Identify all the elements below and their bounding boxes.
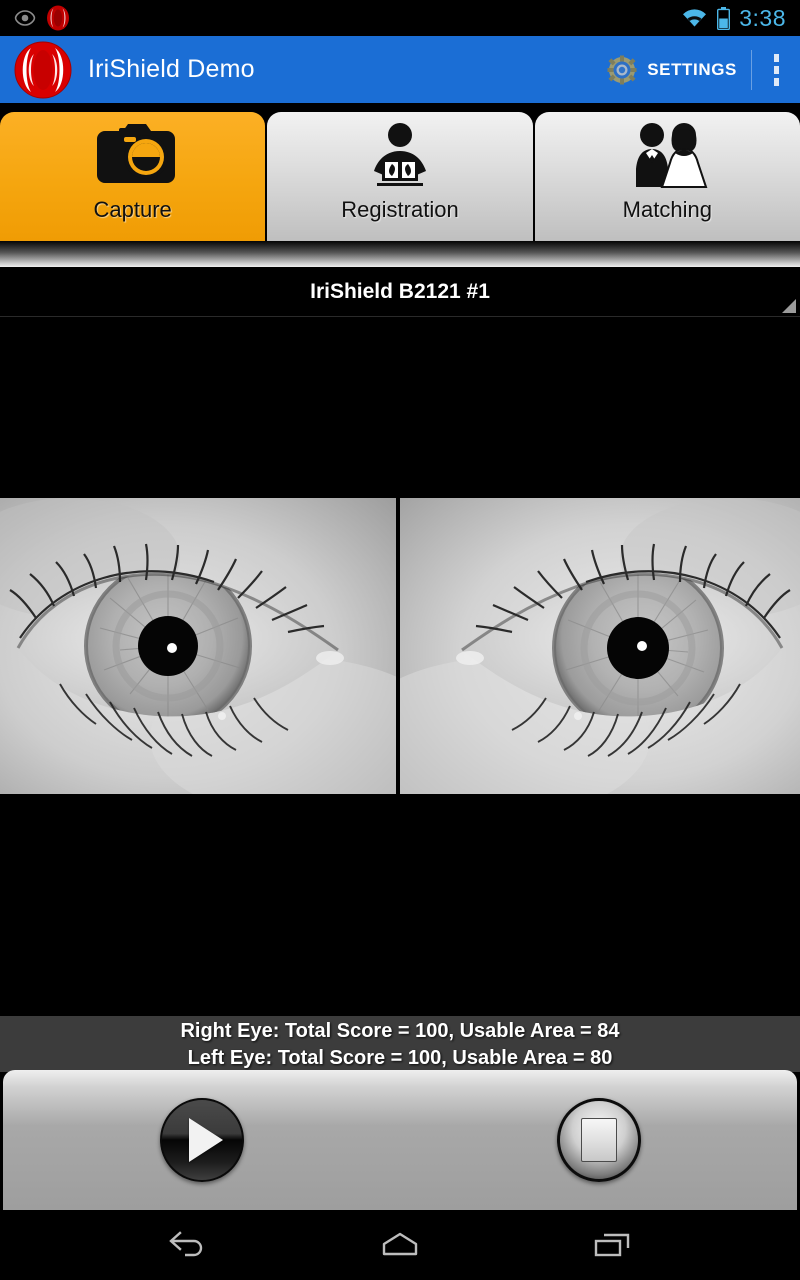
recents-button[interactable] — [576, 1219, 648, 1271]
battery-icon — [717, 6, 731, 30]
score-panel: Right Eye: Total Score = 100, Usable Are… — [0, 1016, 800, 1072]
left-eye-score: Left Eye: Total Score = 100, Usable Area… — [187, 1046, 613, 1069]
status-bar: 3:38 — [0, 0, 800, 36]
bride-and-groom-icon — [622, 122, 712, 191]
spinner-caret-icon — [782, 299, 796, 313]
person-reading-book-icon — [360, 122, 440, 191]
iris-image-row — [0, 498, 800, 794]
camera-icon — [83, 123, 183, 191]
right-eye-score: Right Eye: Total Score = 100, Usable Are… — [180, 1019, 620, 1042]
status-bar-system-icons: 3:38 — [681, 5, 800, 32]
stop-icon — [580, 1118, 617, 1162]
action-bar-actions: SETTINGS — [597, 36, 800, 103]
play-button[interactable] — [159, 1098, 244, 1182]
overflow-dot — [773, 53, 779, 62]
tab-bar: Capture Registration Matching — [0, 110, 800, 241]
back-icon — [169, 1231, 203, 1257]
wifi-icon — [683, 9, 707, 27]
tab-capture[interactable]: Capture — [0, 112, 266, 241]
eye-notification-icon — [14, 10, 36, 26]
recents-icon — [594, 1233, 630, 1257]
tab-matching-label: Matching — [622, 196, 712, 222]
back-button[interactable] — [152, 1219, 224, 1271]
overflow-menu-icon[interactable] — [752, 36, 800, 103]
play-button-wrap — [3, 1098, 400, 1182]
iris-capture-left-eye[interactable] — [400, 498, 800, 794]
irishield-notification-icon — [47, 5, 69, 31]
irishield-logo-icon[interactable] — [14, 41, 72, 99]
home-button[interactable] — [364, 1219, 436, 1271]
tab-registration-label: Registration — [341, 196, 459, 222]
action-bar: IriShield Demo SETTINGS — [0, 36, 800, 103]
android-screen: 3:38 IriShield Demo SETTINGS Capture Reg… — [0, 0, 800, 1280]
iris-preview-area — [0, 318, 800, 1016]
navigation-bar — [0, 1210, 800, 1280]
control-bar — [3, 1070, 797, 1210]
settings-button[interactable]: SETTINGS — [597, 36, 751, 103]
app-title: IriShield Demo — [88, 55, 255, 83]
settings-label: SETTINGS — [647, 59, 737, 79]
home-icon — [382, 1232, 418, 1256]
status-bar-clock: 3:38 — [739, 4, 786, 31]
tab-matching[interactable]: Matching — [534, 112, 800, 241]
tab-bar-shadow — [0, 241, 800, 267]
status-bar-notifications — [0, 5, 70, 31]
stop-button-wrap — [400, 1098, 797, 1182]
device-selector[interactable]: IriShield B2121 #1 — [0, 267, 800, 317]
play-icon — [188, 1118, 223, 1162]
stop-button[interactable] — [556, 1098, 641, 1182]
device-selector-value: IriShield B2121 #1 — [310, 279, 490, 303]
tab-capture-label: Capture — [93, 196, 172, 222]
overflow-dot — [773, 77, 779, 86]
tab-registration[interactable]: Registration — [267, 112, 533, 241]
gear-icon — [607, 55, 637, 84]
iris-capture-right-eye[interactable] — [0, 498, 396, 794]
overflow-dot — [773, 65, 779, 74]
